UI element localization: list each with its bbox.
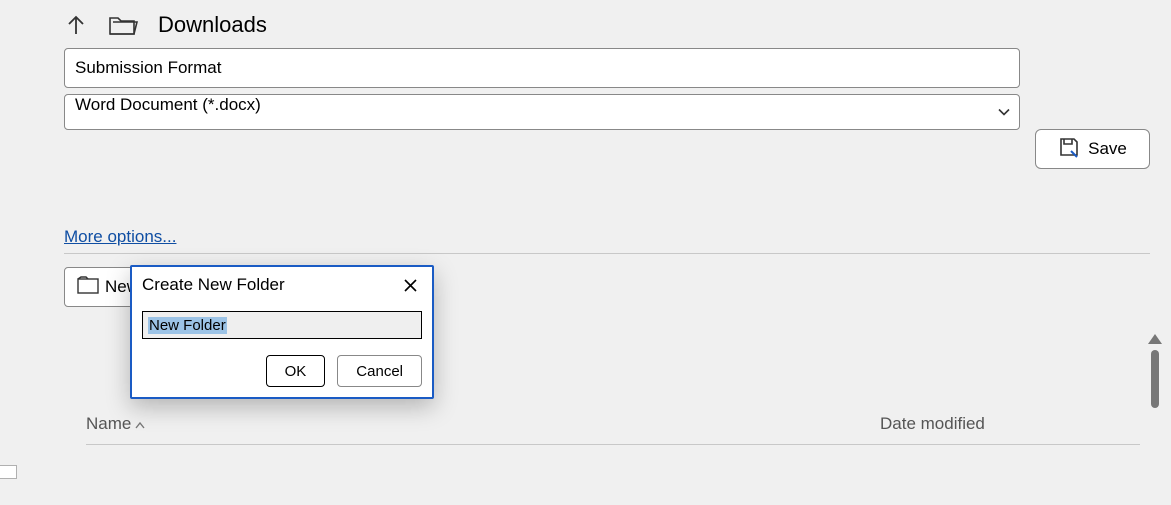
cancel-button[interactable]: Cancel [337,355,422,387]
breadcrumb: Downloads [64,12,1150,38]
folder-name-value: New Folder [148,317,227,334]
location-label: Downloads [158,12,267,38]
vertical-scrollbar[interactable] [1143,334,1167,502]
scrollbar-thumb[interactable] [1151,350,1159,408]
save-button[interactable]: Save [1035,129,1150,169]
folder-name-input[interactable]: New Folder [144,313,420,337]
create-folder-dialog: Create New Folder New Folder OK Cancel [130,265,434,399]
left-edge-tab [0,465,17,479]
save-button-label: Save [1088,139,1127,159]
table-header-divider [86,444,1140,445]
scroll-up-icon [1148,334,1162,344]
column-name-label: Name [86,414,131,434]
folder-open-icon[interactable] [108,14,138,36]
close-icon[interactable] [398,273,422,297]
divider [64,253,1150,254]
filetype-select[interactable]: Word Document (*.docx) [64,94,1020,130]
more-options-link[interactable]: More options... [64,227,176,247]
column-name[interactable]: Name [86,414,880,434]
filename-input[interactable] [64,48,1020,88]
column-date[interactable]: Date modified [880,414,1140,434]
new-folder-icon [77,276,99,299]
folder-name-input-shell: New Folder [142,311,422,339]
save-icon [1058,136,1080,163]
up-arrow-icon[interactable] [64,13,88,37]
table-header: Name Date modified [86,414,1140,434]
ok-button[interactable]: OK [266,355,326,387]
sort-up-icon [135,414,145,434]
dialog-title: Create New Folder [142,275,285,295]
